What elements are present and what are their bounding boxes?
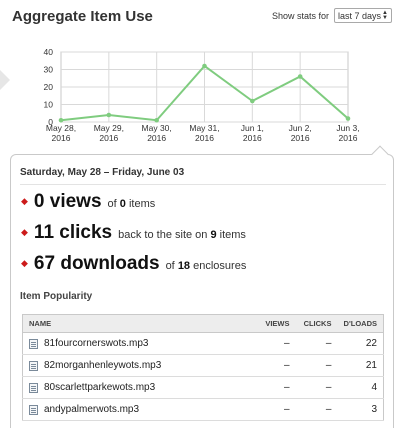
range-select[interactable]: last 7 days ▲ ▼ — [334, 8, 392, 23]
clicks-count: 11 clicks — [33, 222, 113, 243]
data-point[interactable] — [250, 98, 255, 104]
x-tick-label: May 28, 2016 — [46, 123, 76, 143]
table-row[interactable]: 81fourcornerswots.mp3 – – 22 — [22, 332, 384, 355]
downloads-count: 67 downloads — [33, 253, 160, 274]
clicks-detail: back to the site on 9 items — [118, 229, 246, 241]
select-arrows-icon: ▲ ▼ — [382, 9, 388, 21]
data-point[interactable] — [297, 74, 303, 79]
column-header-name[interactable]: NAME — [22, 314, 256, 333]
y-tick-label: 30 — [44, 65, 54, 75]
item-clicks: – — [295, 398, 338, 421]
x-tick-label: Jun 1, 2016 — [241, 123, 264, 143]
item-dloads: 3 — [337, 398, 384, 421]
header: Aggregate Item Use Show stats for last 7… — [12, 6, 392, 30]
data-point[interactable] — [154, 117, 159, 123]
column-header-clicks[interactable]: CLICKS — [295, 314, 338, 333]
data-point[interactable] — [345, 116, 351, 121]
item-name[interactable]: 82morganhenleywots.mp3 — [44, 360, 161, 371]
column-header-dloads[interactable]: D'LOADS — [337, 314, 384, 333]
column-header-views[interactable]: VIEWS — [255, 314, 296, 333]
item-views: – — [255, 354, 296, 377]
x-tick-label: Jun 3, 2016 — [336, 123, 359, 143]
item-dloads: 4 — [337, 376, 384, 399]
panel-notch — [371, 145, 389, 163]
clicks-stat: ◆ 11 clicks back to the site on 9 items — [21, 222, 246, 244]
x-tick-label: May 31, 2016 — [189, 123, 219, 143]
item-popularity-table: NAME VIEWS CLICKS D'LOADS 81fourcornersw… — [22, 314, 384, 421]
data-point[interactable] — [202, 63, 207, 69]
item-dloads: 21 — [337, 354, 384, 377]
page-title: Aggregate Item Use — [12, 8, 153, 25]
bullet-icon: ◆ — [21, 227, 28, 237]
y-tick-label: 40 — [44, 47, 54, 57]
item-name[interactable]: 81fourcornerswots.mp3 — [44, 338, 149, 349]
item-views: – — [255, 376, 296, 399]
views-count: 0 views — [33, 191, 102, 212]
x-tick-label: May 30, 2016 — [142, 123, 172, 143]
item-dloads: 22 — [337, 332, 384, 355]
item-views: – — [255, 332, 296, 355]
audio-file-icon — [29, 338, 38, 349]
table-row[interactable]: 80scarlettparkewots.mp3 – – 4 — [22, 376, 384, 399]
item-clicks: – — [295, 332, 338, 355]
x-tick-label: Jun 2, 2016 — [289, 123, 312, 143]
item-clicks: – — [295, 354, 338, 377]
usage-chart: 010203040May 28, 2016May 29, 2016May 30, 20… — [44, 47, 360, 143]
downloads-detail: of 18 enclosures — [165, 260, 247, 272]
views-detail: of 0 items — [107, 198, 156, 210]
bullet-icon: ◆ — [21, 258, 28, 268]
date-range: Saturday, May 28 – Friday, June 03 — [20, 167, 185, 178]
downloads-stat: ◆ 67 downloads of 18 enclosures — [21, 253, 246, 275]
audio-file-icon — [29, 382, 38, 393]
table-header-row: NAME VIEWS CLICKS D'LOADS — [22, 314, 384, 333]
data-point[interactable] — [58, 117, 64, 123]
item-clicks: – — [295, 376, 338, 399]
y-tick-label: 10 — [44, 100, 54, 110]
y-tick-label: 20 — [44, 82, 54, 92]
item-name[interactable]: andypalmerwots.mp3 — [44, 404, 139, 415]
stats-range-label: Show stats for — [271, 10, 329, 21]
data-point[interactable] — [106, 112, 112, 118]
audio-file-icon — [29, 360, 38, 371]
item-popularity-heading: Item Popularity — [20, 291, 93, 302]
table-row[interactable]: andypalmerwots.mp3 – – 3 — [22, 398, 384, 421]
stats-panel: Saturday, May 28 – Friday, June 03 ◆ 0 v… — [10, 145, 394, 428]
x-tick-label: May 29, 2016 — [94, 123, 124, 143]
range-select-value: last 7 days — [338, 10, 382, 21]
item-name[interactable]: 80scarlettparkewots.mp3 — [44, 382, 155, 393]
audio-file-icon — [29, 404, 38, 415]
bullet-icon: ◆ — [21, 196, 28, 206]
divider — [20, 184, 386, 185]
stats-range-control: Show stats for last 7 days ▲ ▼ — [272, 8, 392, 23]
table-row[interactable]: 82morganhenleywots.mp3 – – 21 — [22, 354, 384, 377]
item-views: – — [255, 398, 296, 421]
views-stat: ◆ 0 views of 0 items — [21, 191, 155, 213]
